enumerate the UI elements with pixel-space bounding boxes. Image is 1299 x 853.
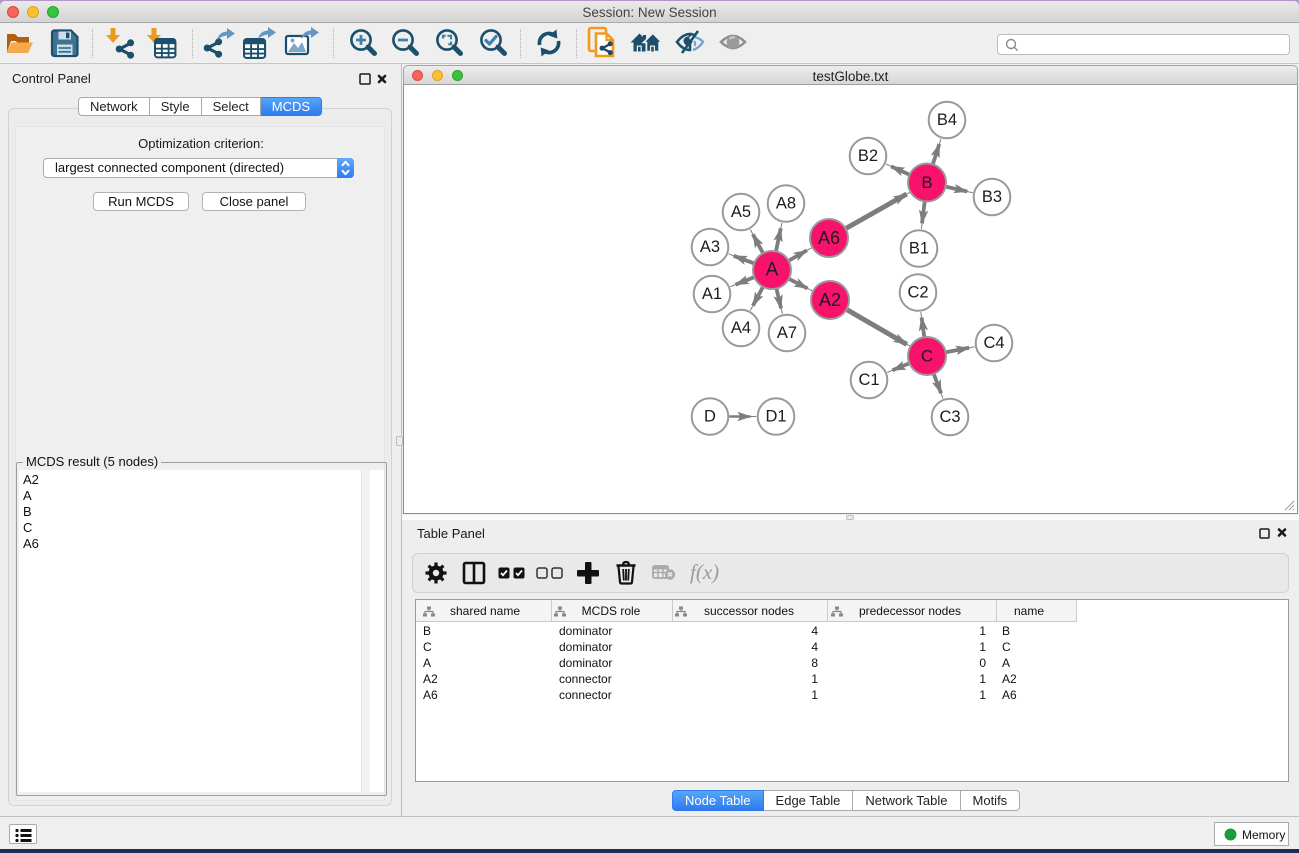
svg-text:A7: A7 [777, 324, 797, 342]
svg-text:B2: B2 [858, 147, 878, 165]
svg-text:B4: B4 [937, 111, 957, 129]
svg-text:A1: A1 [702, 285, 722, 303]
svg-text:D: D [704, 408, 716, 426]
svg-text:A3: A3 [700, 238, 720, 256]
svg-text:C1: C1 [858, 371, 879, 389]
svg-text:C4: C4 [983, 334, 1004, 352]
svg-text:A5: A5 [731, 203, 751, 221]
svg-text:A4: A4 [731, 319, 751, 337]
svg-text:A6: A6 [818, 228, 840, 248]
svg-text:B1: B1 [909, 240, 929, 258]
svg-text:C2: C2 [907, 284, 928, 302]
svg-text:A: A [766, 260, 779, 281]
svg-text:B3: B3 [982, 188, 1002, 206]
svg-text:A2: A2 [819, 290, 841, 310]
svg-text:A8: A8 [776, 195, 796, 213]
svg-text:C: C [921, 347, 933, 366]
svg-text:B: B [921, 173, 932, 192]
svg-text:D1: D1 [765, 408, 786, 426]
svg-text:C3: C3 [939, 408, 960, 426]
